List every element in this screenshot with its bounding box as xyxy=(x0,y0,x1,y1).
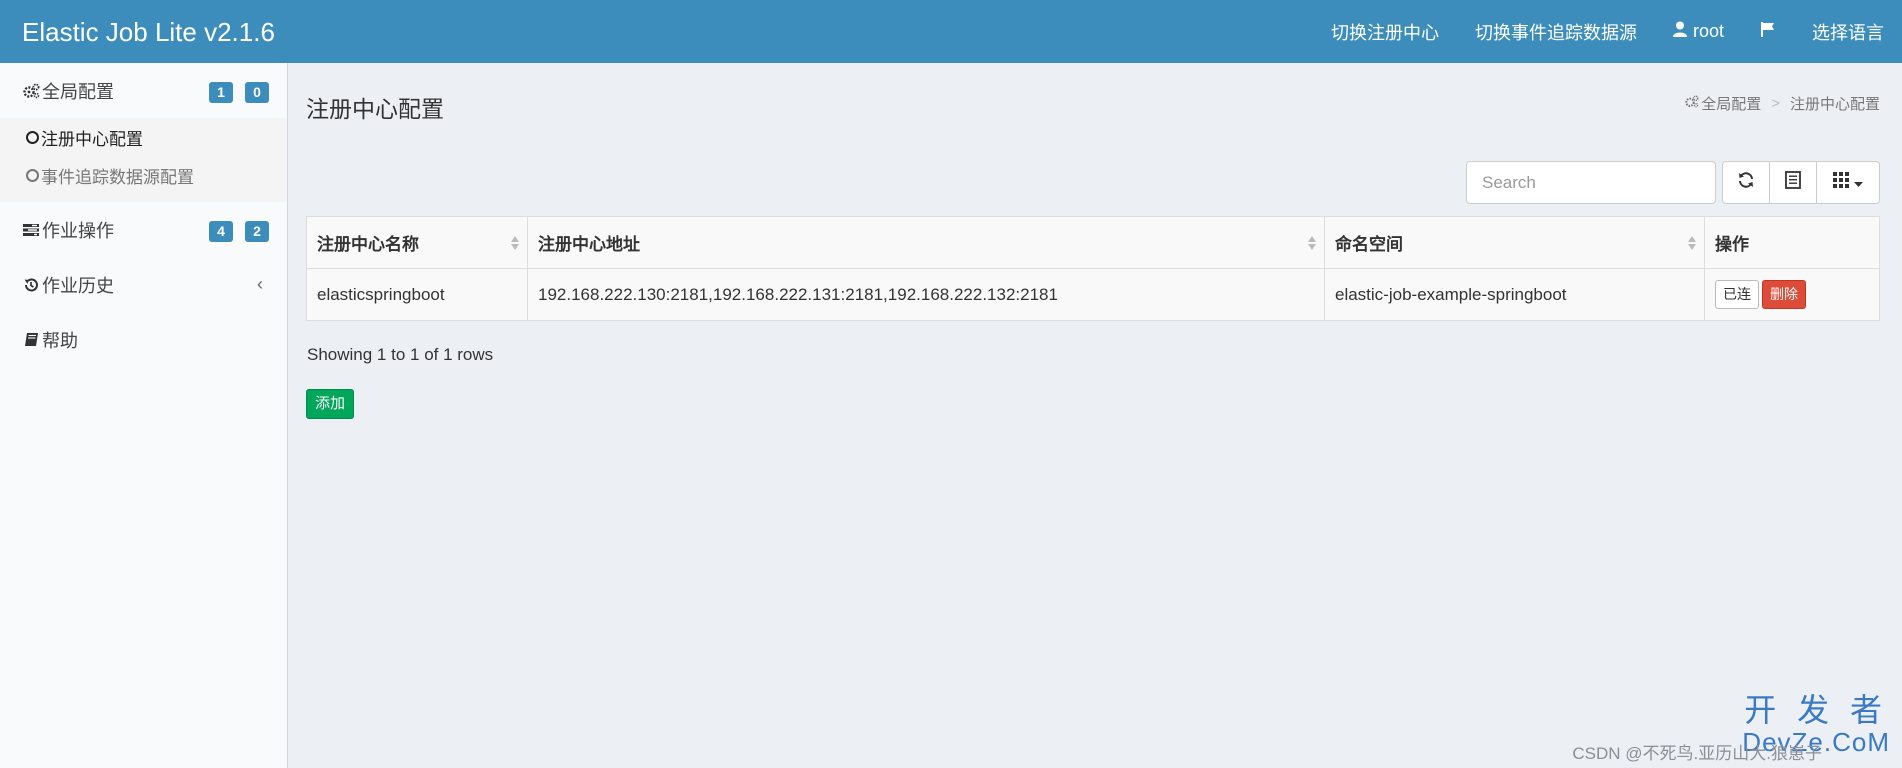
sidebar-item-job-ops[interactable]: 作业操作 4 2 xyxy=(0,202,287,257)
language-menu[interactable]: 选择语言 xyxy=(1794,19,1902,45)
language-label: 选择语言 xyxy=(1812,22,1884,43)
caret-down-icon xyxy=(1854,173,1863,193)
switch-event-source-link[interactable]: 切换事件追踪数据源 xyxy=(1457,19,1655,45)
search-input[interactable] xyxy=(1466,161,1716,204)
sidebar-item-help[interactable]: 帮助 xyxy=(0,312,287,367)
th-icon xyxy=(1833,172,1849,193)
column-header-actions: 操作 xyxy=(1704,216,1880,269)
gears-icon xyxy=(22,82,40,100)
count-badge: 0 xyxy=(245,82,269,103)
sidebar-item-global-config[interactable]: 全局配置 1 0 xyxy=(0,63,287,118)
cell-name: elasticspringboot xyxy=(306,268,528,321)
connected-button[interactable]: 已连 xyxy=(1715,280,1759,309)
column-header-namespace[interactable]: 命名空间 xyxy=(1324,216,1705,269)
table-row: elasticspringboot 192.168.222.130:2181,1… xyxy=(306,268,1880,321)
sort-icon xyxy=(511,234,519,252)
sidebar: 全局配置 1 0 注册中心配置 事件追踪数据源配置 作业操作 4 2 作业历史 … xyxy=(0,63,288,768)
watermark-logo-line1: 开 发 者 xyxy=(1744,692,1889,728)
cell-actions: 已连 删除 xyxy=(1704,268,1880,321)
chevron-left-icon: ‹ xyxy=(257,274,263,294)
count-badge: 2 xyxy=(245,221,269,242)
count-badge: 1 xyxy=(209,82,233,103)
table-toolbar xyxy=(1466,161,1880,204)
column-header-address[interactable]: 注册中心地址 xyxy=(527,216,1325,269)
column-header-label: 命名空间 xyxy=(1335,235,1403,254)
breadcrumb-parent[interactable]: 全局配置 xyxy=(1685,93,1761,114)
breadcrumb: 全局配置 > 注册中心配置 xyxy=(1685,93,1880,114)
count-badge: 4 xyxy=(209,221,233,242)
breadcrumb-separator: > xyxy=(1771,95,1780,112)
delete-button[interactable]: 删除 xyxy=(1762,280,1806,309)
book-icon xyxy=(22,331,40,349)
history-icon xyxy=(22,276,40,294)
column-header-label: 注册中心名称 xyxy=(317,235,419,254)
sidebar-subitem-event-source-config[interactable]: 事件追踪数据源配置 xyxy=(0,156,287,194)
cell-address: 192.168.222.130:2181,192.168.222.131:218… xyxy=(527,268,1325,321)
toolbar-buttons xyxy=(1722,161,1880,204)
sidebar-submenu: 注册中心配置 事件追踪数据源配置 xyxy=(0,118,287,202)
column-header-label: 操作 xyxy=(1715,235,1749,254)
top-header: Elastic Job Lite v2.1.6 切换注册中心 切换事件追踪数据源… xyxy=(0,0,1902,63)
cell-namespace: elastic-job-example-springboot xyxy=(1324,268,1705,321)
toggle-view-button[interactable] xyxy=(1769,161,1817,204)
refresh-button[interactable] xyxy=(1722,161,1770,204)
circle-icon xyxy=(26,168,39,182)
list-alt-icon xyxy=(1785,171,1801,194)
page-title: 注册中心配置 xyxy=(306,96,444,122)
user-icon xyxy=(1672,21,1687,42)
registry-table: 注册中心名称 注册中心地址 命名空间 操作 elasticspringboot … xyxy=(306,216,1880,321)
user-menu[interactable]: root xyxy=(1655,21,1742,42)
sort-icon xyxy=(1308,234,1316,252)
user-name: root xyxy=(1692,21,1724,41)
badges: 1 0 xyxy=(209,82,269,103)
sidebar-group-global-config: 全局配置 1 0 注册中心配置 事件追踪数据源配置 xyxy=(0,63,287,202)
columns-dropdown-button[interactable] xyxy=(1816,161,1880,204)
top-nav: 切换注册中心 切换事件追踪数据源 root 选择语言 xyxy=(1313,0,1902,63)
switch-event-source-label: 切换事件追踪数据源 xyxy=(1474,22,1637,43)
column-header-label: 注册中心地址 xyxy=(538,235,640,254)
refresh-icon xyxy=(1737,171,1755,194)
breadcrumb-parent-label: 全局配置 xyxy=(1701,96,1762,113)
sidebar-item-job-history[interactable]: 作业历史 ‹ xyxy=(0,257,287,312)
table-header-row: 注册中心名称 注册中心地址 命名空间 操作 xyxy=(306,216,1880,269)
switch-registry-link[interactable]: 切换注册中心 xyxy=(1313,19,1457,45)
csdn-watermark: CSDN @不死鸟.亚历山大.狼崽子 xyxy=(1572,744,1822,763)
flag-menu[interactable] xyxy=(1742,21,1794,42)
sidebar-item-label: 作业操作 xyxy=(42,220,114,241)
sort-icon xyxy=(1688,234,1696,252)
column-header-name[interactable]: 注册中心名称 xyxy=(306,216,528,269)
sidebar-subitem-registry-config[interactable]: 注册中心配置 xyxy=(0,118,287,156)
sidebar-item-label: 帮助 xyxy=(42,330,78,351)
add-button[interactable]: 添加 xyxy=(306,389,355,419)
brand-title[interactable]: Elastic Job Lite v2.1.6 xyxy=(22,17,275,48)
circle-icon xyxy=(26,130,39,144)
tasks-icon xyxy=(22,221,40,239)
sidebar-item-label: 作业历史 xyxy=(42,275,114,296)
badges: 4 2 xyxy=(209,221,269,242)
main-content: 注册中心配置 全局配置 > 注册中心配置 Search 注册中心名称 注册中心地… xyxy=(288,63,1902,768)
switch-registry-label: 切换注册中心 xyxy=(1330,22,1439,43)
sidebar-subitem-label: 事件追踪数据源配置 xyxy=(41,167,194,187)
sidebar-subitem-label: 注册中心配置 xyxy=(41,129,143,149)
gears-icon xyxy=(1685,95,1699,112)
pagination-info: Showing 1 to 1 of 1 rows xyxy=(307,345,494,364)
sidebar-item-label: 全局配置 xyxy=(42,81,114,102)
flag-icon xyxy=(1760,21,1776,42)
breadcrumb-current: 注册中心配置 xyxy=(1789,96,1880,113)
